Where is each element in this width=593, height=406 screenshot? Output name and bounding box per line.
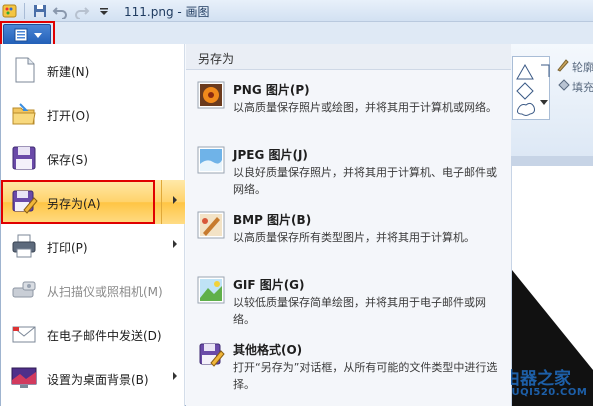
fill-label[interactable]: 填充 bbox=[572, 79, 593, 95]
menu-item-email[interactable]: 在电子邮件中发送(D) bbox=[1, 312, 185, 356]
undo-icon[interactable] bbox=[52, 3, 68, 19]
save-icon[interactable] bbox=[32, 3, 48, 19]
menu-item-label: 在电子邮件中发送(D) bbox=[47, 329, 162, 343]
other-formats-icon bbox=[199, 343, 225, 367]
save-as-bmp[interactable]: BMP 图片(B) 以高质量保存所有类型图片，并将其用于计算机。 bbox=[186, 208, 511, 273]
format-description: 以较低质量保存简单绘图，并将其用于电子邮件或网络。 bbox=[233, 296, 486, 326]
format-title: 其他格式(O) bbox=[233, 343, 303, 357]
menu-item-scanner[interactable]: 从扫描仪或照相机(M) bbox=[1, 268, 185, 312]
menu-item-save-as[interactable]: 另存为(A) bbox=[1, 180, 185, 224]
submenu-arrow-icon bbox=[173, 240, 177, 248]
format-title: PNG 图片(P) bbox=[233, 83, 310, 97]
file-menu-commands: 新建(N) 打开(O) 保存(S) 另存为(A) 打印(P) 从扫描仪或照相机(… bbox=[1, 44, 185, 406]
save-as-icon bbox=[12, 190, 38, 214]
file-menu: 新建(N) 打开(O) 保存(S) 另存为(A) 打印(P) 从扫描仪或照相机(… bbox=[0, 44, 511, 406]
menu-item-label: 打开(O) bbox=[47, 109, 90, 123]
menu-item-label: 新建(N) bbox=[47, 65, 90, 79]
jpeg-image-icon bbox=[197, 146, 225, 174]
format-title: JPEG 图片(J) bbox=[233, 148, 308, 162]
printer-icon bbox=[12, 234, 36, 258]
bmp-image-icon bbox=[197, 211, 225, 239]
submenu-header-text: 另存为 bbox=[198, 52, 235, 66]
fill-bucket-icon[interactable] bbox=[556, 79, 570, 93]
menu-item-label: 从扫描仪或照相机(M) bbox=[47, 285, 163, 299]
title-bar: 111.png - 画图 bbox=[0, 0, 593, 22]
window-title: 111.png - 画图 bbox=[124, 5, 210, 19]
menu-item-label: 设置为桌面背景(B) bbox=[47, 373, 149, 387]
menu-item-new[interactable]: 新建(N) bbox=[1, 48, 185, 92]
chevron-down-icon bbox=[34, 33, 42, 38]
submenu-arrow-icon bbox=[173, 196, 177, 204]
format-description: 以高质量保存照片或绘图，并将其用于计算机或网络。 bbox=[233, 101, 497, 114]
submenu-header: 另存为 bbox=[186, 44, 511, 70]
save-disk-icon bbox=[12, 146, 36, 170]
outline-brush-icon[interactable] bbox=[556, 58, 570, 72]
format-description: 以良好质量保存照片，并将其用于计算机、电子邮件或网络。 bbox=[233, 166, 497, 196]
menu-item-desktop-background[interactable]: 设置为桌面背景(B) bbox=[1, 356, 185, 400]
save-as-png[interactable]: PNG 图片(P) 以高质量保存照片或绘图，并将其用于计算机或网络。 bbox=[186, 78, 511, 143]
submenu-arrow-icon bbox=[173, 372, 177, 380]
customize-toolbar-icon[interactable] bbox=[96, 3, 112, 19]
save-as-other-formats[interactable]: 其他格式(O) 打开“另存为”对话框，从所有可能的文件类型中进行选择。 bbox=[186, 338, 511, 403]
email-icon bbox=[12, 326, 36, 343]
paint-app-icon bbox=[2, 4, 17, 18]
divider bbox=[24, 3, 25, 19]
gif-image-icon bbox=[197, 276, 225, 304]
desktop-background-icon bbox=[11, 367, 37, 388]
scanner-icon bbox=[12, 281, 36, 298]
menu-document-icon bbox=[14, 28, 28, 42]
shapes-gallery[interactable] bbox=[512, 56, 550, 120]
menu-item-label: 另存为(A) bbox=[47, 197, 101, 211]
new-file-icon bbox=[15, 57, 35, 83]
format-title: GIF 图片(G) bbox=[233, 278, 305, 292]
file-menu-button[interactable] bbox=[3, 24, 51, 45]
outline-label[interactable]: 轮廓 bbox=[572, 59, 593, 75]
split-divider bbox=[161, 180, 162, 224]
format-description: 以高质量保存所有类型图片，并将其用于计算机。 bbox=[233, 231, 475, 244]
format-description: 打开“另存为”对话框，从所有可能的文件类型中进行选择。 bbox=[233, 361, 498, 391]
shapes-icon bbox=[516, 63, 550, 116]
gallery-expand-icon[interactable] bbox=[540, 98, 548, 106]
menu-item-label: 打印(P) bbox=[47, 241, 88, 255]
save-as-jpeg[interactable]: JPEG 图片(J) 以良好质量保存照片，并将其用于计算机、电子邮件或网络。 bbox=[186, 143, 511, 208]
png-image-icon bbox=[197, 81, 225, 109]
open-folder-icon bbox=[12, 103, 36, 125]
format-title: BMP 图片(B) bbox=[233, 213, 312, 227]
redo-icon[interactable] bbox=[74, 3, 90, 19]
save-as-gif[interactable]: GIF 图片(G) 以较低质量保存简单绘图，并将其用于电子邮件或网络。 bbox=[186, 273, 511, 338]
save-as-submenu: 另存为 PNG 图片(P) 以高质量保存照片或绘图，并将其用于计算机或网络。 J… bbox=[186, 44, 511, 406]
menu-item-save[interactable]: 保存(S) bbox=[1, 136, 185, 180]
menu-item-open[interactable]: 打开(O) bbox=[1, 92, 185, 136]
menu-item-print[interactable]: 打印(P) bbox=[1, 224, 185, 268]
menu-item-label: 保存(S) bbox=[47, 153, 88, 167]
